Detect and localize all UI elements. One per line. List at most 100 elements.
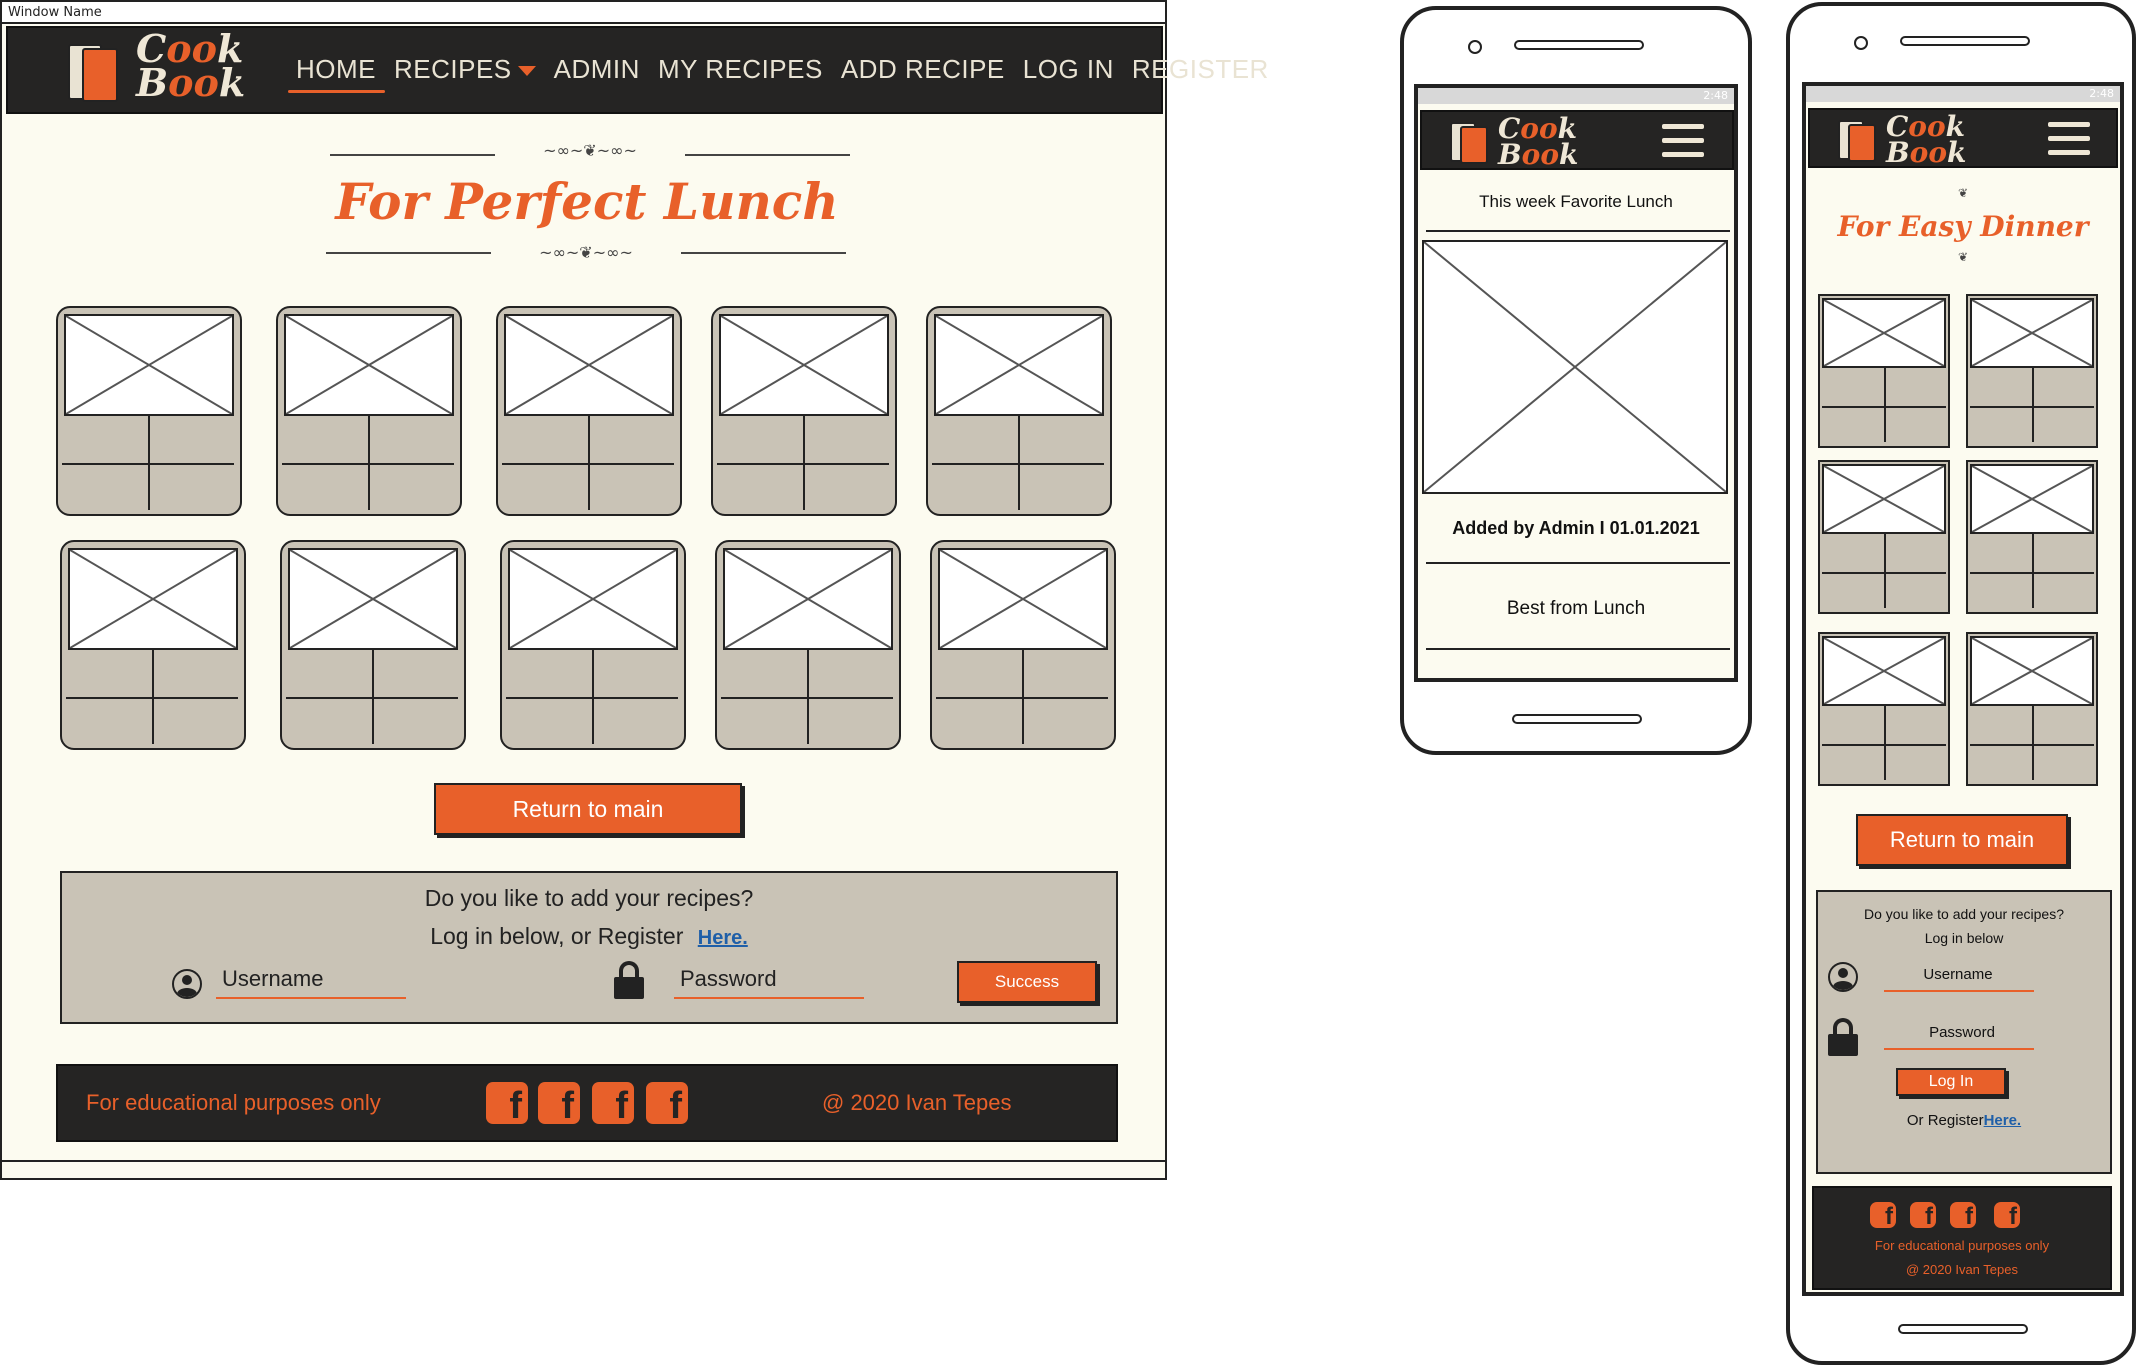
card-divider [1884, 706, 1886, 780]
lock-icon [614, 961, 644, 1001]
hamburger-menu-icon[interactable] [2048, 122, 2090, 156]
caret-down-icon[interactable] [517, 66, 536, 77]
recipe-card[interactable] [1818, 632, 1950, 786]
status-bar: 2:48 [1418, 88, 1734, 104]
recipe-card[interactable] [500, 540, 686, 750]
logo-book-icon[interactable] [68, 40, 118, 102]
flourish-top: ❦ [1957, 186, 1969, 200]
image-placeholder-icon [504, 314, 674, 416]
footer-disclaimer: For educational purposes only [86, 1090, 381, 1115]
facebook-icon[interactable]: f [1870, 1202, 1896, 1230]
hamburger-menu-icon[interactable] [1662, 124, 1704, 158]
card-divider [592, 650, 594, 744]
login-submit-button[interactable]: Success [957, 961, 1097, 1003]
nav-add-recipe[interactable]: ADD RECIPE [841, 54, 1005, 85]
navbar: Cook Book HOME RECIPES ADMIN MY RECIPES … [6, 26, 1268, 114]
password-input[interactable]: Password [1882, 1024, 2042, 1041]
image-placeholder-icon [68, 548, 238, 650]
recipe-card[interactable] [1818, 294, 1950, 448]
page-title: For Easy Dinner [1837, 210, 2089, 243]
image-placeholder-icon [1822, 298, 1946, 368]
recipe-card[interactable] [930, 540, 1116, 750]
flourish-top: ~∞~❦~∞~ [330, 142, 850, 160]
logo-text[interactable]: Cook Book [136, 30, 245, 102]
status-time: 2:48 [1703, 89, 1728, 102]
facebook-icon[interactable]: f [538, 1082, 580, 1127]
recipe-card[interactable] [1818, 460, 1950, 614]
card-divider [1884, 368, 1886, 442]
nav-admin[interactable]: ADMIN [554, 54, 640, 85]
facebook-icon[interactable]: f [1910, 1202, 1936, 1230]
image-placeholder-icon [1822, 636, 1946, 706]
login-prompt: Log in below [1924, 930, 2004, 946]
facebook-icon[interactable]: f [1950, 1202, 1976, 1230]
user-icon [1828, 962, 1858, 992]
card-divider [1018, 416, 1020, 510]
return-to-main-button[interactable]: Return to main [1856, 814, 2068, 866]
desktop-window: Window Name Cook Book HOME RECIPES ADMIN… [0, 0, 1268, 1180]
image-placeholder-icon [1822, 464, 1946, 534]
facebook-icon[interactable]: f [486, 1082, 528, 1127]
image-placeholder-icon [284, 314, 454, 416]
recipe-card[interactable] [56, 306, 242, 516]
recipe-card[interactable] [1966, 632, 2098, 786]
window-title-bar: Window Name [2, 2, 1165, 24]
username-input[interactable]: Username [1878, 966, 2038, 983]
window-bottom-border [2, 1160, 1165, 1162]
card-divider [2032, 534, 2034, 608]
recipe-card[interactable] [715, 540, 901, 750]
card-divider [1884, 534, 1886, 608]
user-icon [172, 969, 202, 999]
register-link[interactable]: Here. [1984, 1112, 2022, 1129]
recipe-card[interactable] [1966, 294, 2098, 448]
nav-recipes[interactable]: RECIPES [394, 54, 536, 85]
phone-home-bar [1898, 1324, 2028, 1334]
logo-book-icon[interactable] [1450, 120, 1490, 164]
facebook-icon[interactable]: f [1994, 1202, 2020, 1230]
nav-my-recipes[interactable]: MY RECIPES [658, 54, 823, 85]
nav-log-in[interactable]: LOG IN [1023, 54, 1114, 85]
nav-register[interactable]: REGISTER [1132, 54, 1269, 85]
divider [1426, 562, 1730, 564]
flourish-bottom: ❦ [1957, 250, 1969, 264]
recipe-card[interactable] [276, 306, 462, 516]
footer-copyright: @ 2020 Ivan Tepes [1906, 1262, 2018, 1277]
logo-word-2: Book [1498, 138, 1579, 171]
mobile-navbar: Cook Book [1420, 110, 1734, 170]
page-title: For Perfect Lunch [335, 172, 839, 231]
recipe-card[interactable] [60, 540, 246, 750]
recipe-meta: Added by Admin I 01.01.2021 [1452, 518, 1700, 538]
card-divider [803, 416, 805, 510]
logo-text[interactable]: Cook Book [1498, 115, 1579, 171]
phone-frame-2: 2:48 Cook Book ❦ For Easy Dinner ❦ Retur… [1786, 2, 2136, 1365]
footer: For educational purposes only f f f f @ … [56, 1064, 1118, 1142]
recipe-card[interactable] [926, 306, 1112, 516]
nav-recipes-label: RECIPES [394, 54, 512, 84]
logo-text[interactable]: Cook Book [1886, 113, 1966, 167]
recipe-image-placeholder[interactable] [1422, 240, 1728, 494]
footer: f f f f For educational purposes only @ … [1812, 1186, 2112, 1290]
footer-disclaimer: For educational purposes only [1874, 1238, 2050, 1253]
card-divider [148, 416, 150, 510]
image-placeholder-icon [938, 548, 1108, 650]
facebook-icon[interactable]: f [646, 1082, 688, 1127]
recipe-card[interactable] [711, 306, 897, 516]
nav-home[interactable]: HOME [296, 54, 376, 85]
username-input[interactable]: Username [222, 966, 323, 992]
image-placeholder-icon [934, 314, 1104, 416]
return-to-main-button[interactable]: Return to main [434, 783, 742, 835]
recipe-card[interactable] [1966, 460, 2098, 614]
recipe-subtitle: Best from Lunch [1506, 598, 1646, 619]
recipe-card[interactable] [496, 306, 682, 516]
nav-links: HOME RECIPES ADMIN MY RECIPES ADD RECIPE… [296, 54, 1287, 85]
divider [1426, 648, 1730, 650]
password-input[interactable]: Password [680, 966, 777, 992]
login-prompt-text: Log in below, or Register [430, 923, 684, 949]
logo-book-icon[interactable] [1838, 118, 1878, 162]
login-submit-button[interactable]: Log In [1896, 1068, 2006, 1096]
recipe-card[interactable] [280, 540, 466, 750]
facebook-icon[interactable]: f [592, 1082, 634, 1127]
register-link[interactable]: Here. [698, 927, 748, 949]
status-bar: 2:48 [1806, 86, 2120, 102]
phone-speaker [1514, 40, 1644, 50]
